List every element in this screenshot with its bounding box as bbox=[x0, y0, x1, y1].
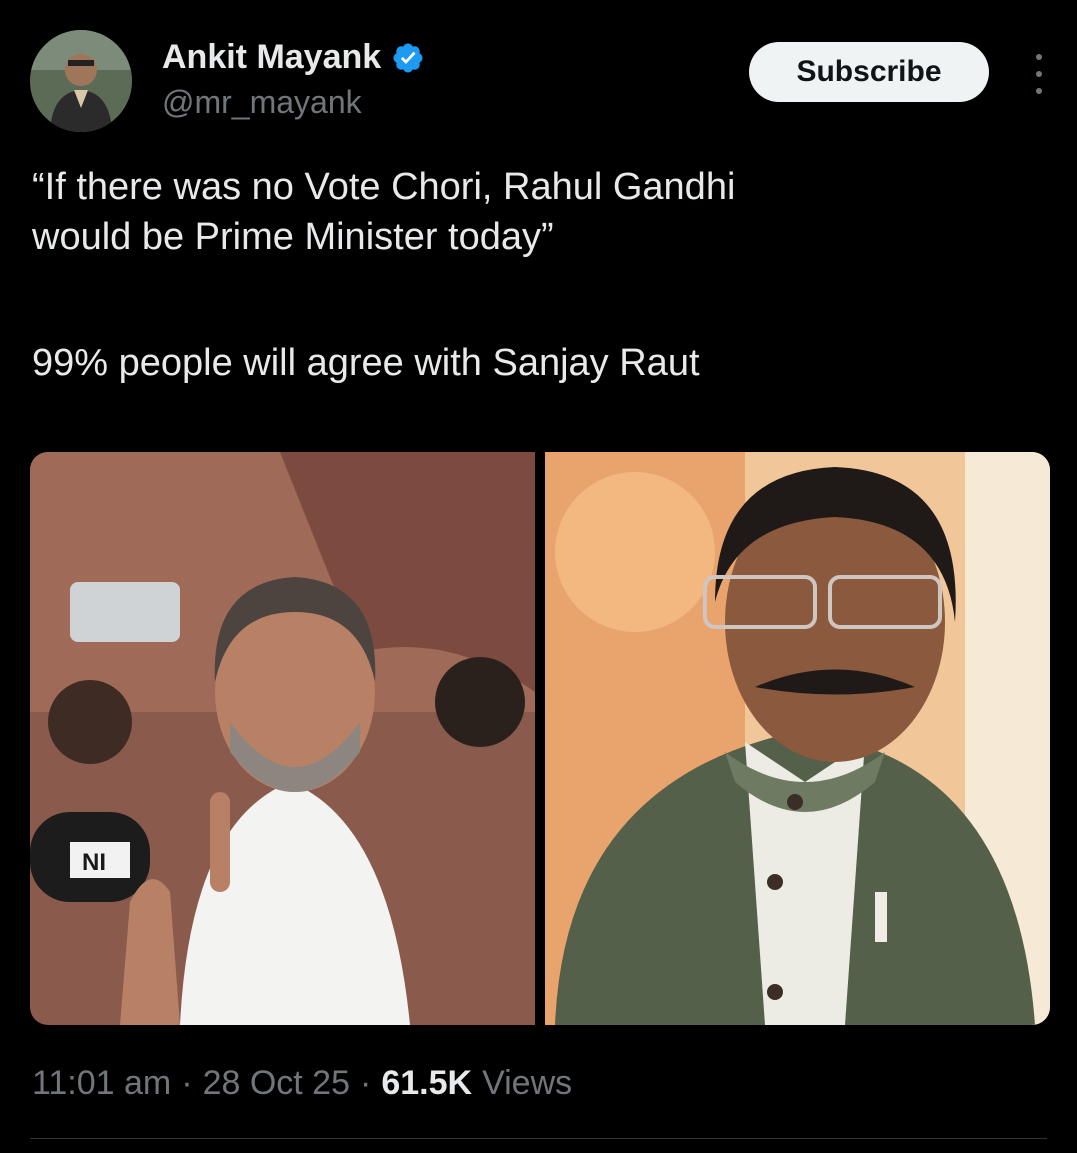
separator: · bbox=[181, 1064, 193, 1102]
subscribe-button[interactable]: Subscribe bbox=[749, 42, 989, 102]
more-vertical-icon[interactable] bbox=[1031, 54, 1047, 94]
separator: · bbox=[360, 1064, 372, 1102]
display-name[interactable]: Ankit Mayank bbox=[162, 38, 381, 77]
tweet-line: “If there was no Vote Chori, Rahul Gandh… bbox=[32, 166, 736, 208]
photo-left[interactable]: NI bbox=[30, 452, 535, 1025]
tweet-meta: 11:01 am · 28 Oct 25 · 61.5K Views bbox=[32, 1064, 572, 1103]
tweet-text: “If there was no Vote Chori, Rahul Gandh… bbox=[32, 162, 1032, 388]
views-count: 61.5K bbox=[381, 1064, 473, 1102]
tweet-line: would be Prime Minister today” bbox=[32, 216, 554, 258]
divider bbox=[30, 1138, 1047, 1139]
photo-right[interactable] bbox=[545, 452, 1050, 1025]
tweet-header: Ankit Mayank @mr_mayank Subscribe bbox=[30, 30, 1047, 140]
verified-badge-icon bbox=[393, 42, 423, 73]
tweet-time[interactable]: 11:01 am bbox=[32, 1064, 171, 1103]
author-handle[interactable]: @mr_mayank bbox=[162, 84, 362, 121]
views-label: Views bbox=[482, 1064, 573, 1102]
name-row: Ankit Mayank bbox=[162, 38, 425, 77]
avatar[interactable] bbox=[30, 30, 132, 132]
tweet-line: 99% people will agree with Sanjay Raut bbox=[32, 342, 700, 384]
mic-label: NI bbox=[82, 849, 106, 876]
tweet-date[interactable]: 28 Oct 25 bbox=[203, 1064, 350, 1103]
tweet-media[interactable]: NI bbox=[30, 452, 1050, 1025]
